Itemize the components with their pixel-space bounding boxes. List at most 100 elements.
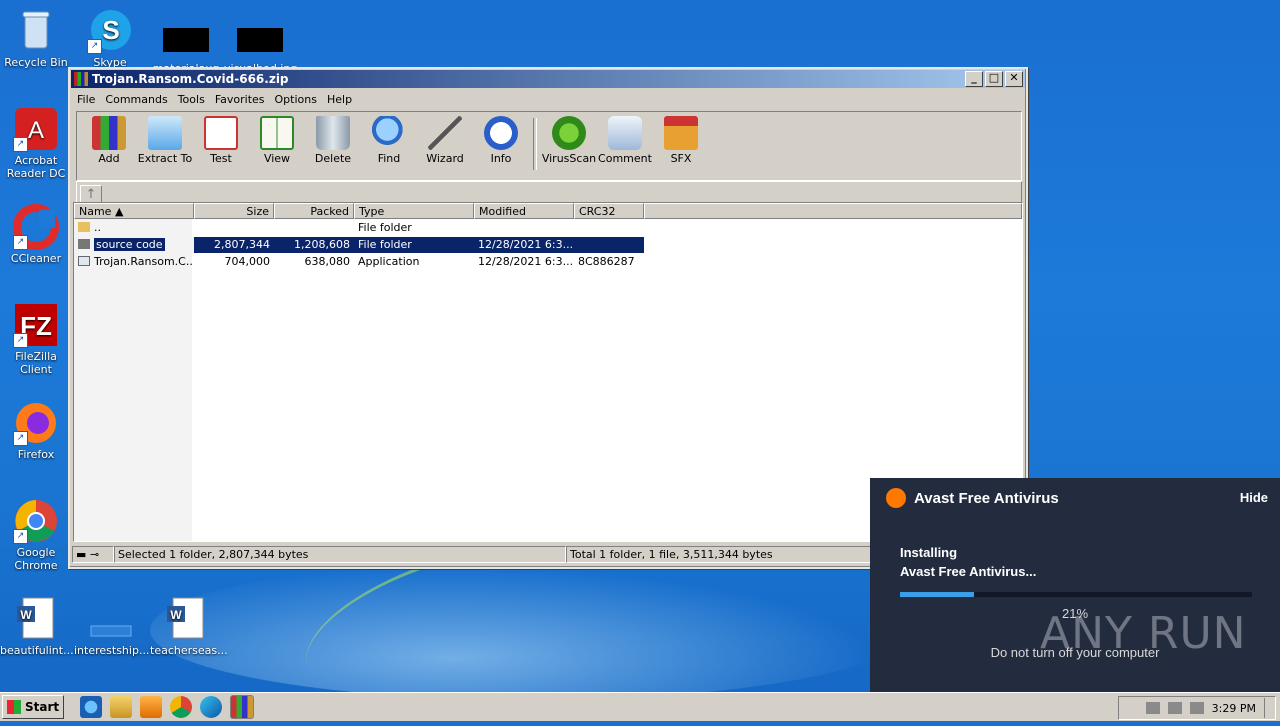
firefox-icon: ↗ (13, 400, 59, 446)
speaker-icon[interactable] (1145, 702, 1160, 714)
row-crc (574, 237, 644, 253)
word-document-icon: W (163, 596, 209, 642)
sfx-button[interactable]: SFX (653, 116, 709, 165)
folder-icon (78, 222, 90, 232)
internet-explorer-icon[interactable] (80, 696, 103, 718)
svg-text:S: S (102, 15, 119, 45)
wizard-button[interactable]: Wizard (417, 116, 473, 165)
minimize-button[interactable]: _ (965, 71, 983, 87)
clock[interactable]: 3:29 PM (1212, 702, 1256, 715)
delete-button[interactable]: Delete (305, 116, 361, 165)
view-button[interactable]: View (249, 116, 305, 165)
explorer-folder-icon[interactable] (110, 696, 133, 718)
close-button[interactable]: ✕ (1005, 71, 1023, 87)
row-size (194, 220, 274, 236)
row-crc: 8C886287 (578, 255, 635, 268)
menu-bar: File Commands Tools Favorites Options He… (70, 89, 1026, 109)
row-type: Application (358, 255, 420, 268)
desktop-icon-label: Google Chrome (14, 546, 58, 572)
network-icon[interactable] (1167, 702, 1182, 714)
desktop-icon-label: Acrobat Reader DC (6, 154, 66, 180)
row-name: Trojan.Ransom.C... (94, 255, 194, 268)
install-progress-fill (900, 592, 974, 597)
row-modified (474, 220, 574, 236)
desktop-icon-ccleaner[interactable]: ↗ CCleaner (0, 204, 72, 265)
desktop-icon-skype[interactable]: S ↗ Skype (74, 8, 146, 69)
column-header-packed[interactable]: Packed (274, 203, 354, 219)
desktop-icon-beautifulint[interactable]: W beautifulint... (0, 596, 74, 657)
desktop-icon-chrome[interactable]: ↗ Google Chrome (0, 498, 72, 572)
edge-icon[interactable] (200, 696, 223, 718)
info-button[interactable]: Info (473, 116, 529, 165)
desktop-icon-interestship[interactable]: interestship... (74, 596, 149, 657)
word-document-icon: W (13, 596, 59, 642)
virusscan-button[interactable]: VirusScan (541, 116, 597, 165)
action-center-flag-icon[interactable] (1189, 702, 1204, 714)
avast-install-popup: Avast Free Antivirus Hide Installing Ava… (870, 478, 1280, 692)
application-icon (78, 256, 90, 266)
shortcut-arrow-icon: ↗ (13, 333, 28, 348)
menu-options[interactable]: Options (270, 93, 322, 106)
row-name: source code (94, 238, 165, 251)
info-label: Info (490, 152, 512, 165)
blank-file-icon (87, 596, 133, 642)
svg-text:W: W (20, 608, 32, 622)
start-button[interactable]: Start (2, 695, 65, 719)
row-size: 704,000 (224, 255, 271, 268)
desktop-icon-filezilla[interactable]: FZ ↗ FileZilla Client (0, 302, 72, 376)
column-label: Name (79, 205, 112, 218)
menu-file[interactable]: File (72, 93, 100, 106)
svg-text:A: A (28, 117, 44, 144)
column-header-type[interactable]: Type (354, 203, 474, 219)
title-bar[interactable]: Trojan.Ransom.Covid-666.zip _ □ ✕ (71, 70, 1025, 88)
install-warning: Do not turn off your computer (990, 645, 1160, 660)
media-player-icon[interactable] (140, 696, 163, 718)
extract-to-button[interactable]: Extract To (137, 116, 193, 165)
shortcut-arrow-icon: ↗ (13, 235, 28, 250)
table-row[interactable]: .. File folder (74, 220, 644, 236)
column-header-modified[interactable]: Modified (474, 203, 574, 219)
hide-button[interactable]: Hide (1240, 490, 1268, 505)
extract-to-label: Extract To (137, 152, 193, 165)
comment-button[interactable]: Comment (597, 116, 653, 165)
install-progress-bar (900, 592, 1252, 597)
column-header-filler (644, 203, 1022, 219)
winrar-taskbar-icon[interactable] (230, 695, 255, 719)
show-desktop-button[interactable] (1264, 698, 1275, 718)
find-label: Find (377, 152, 401, 165)
chrome-taskbar-icon[interactable] (170, 696, 193, 718)
row-modified: 12/28/2021 6:3... (474, 237, 574, 253)
virusscan-label: VirusScan (541, 152, 597, 165)
view-label: View (263, 152, 291, 165)
row-name: .. (94, 221, 101, 234)
desktop-icon-recycle-bin[interactable]: Recycle Bin (0, 8, 72, 69)
desktop-icon-firefox[interactable]: ↗ Firefox (0, 400, 72, 461)
column-header-crc32[interactable]: CRC32 (574, 203, 644, 219)
image-thumbnail-icon (237, 28, 283, 52)
find-button[interactable]: Find (361, 116, 417, 165)
menu-help[interactable]: Help (322, 93, 357, 106)
book-icon (260, 116, 294, 150)
folder-icon (78, 239, 90, 249)
menu-favorites[interactable]: Favorites (210, 93, 270, 106)
row-type: File folder (354, 237, 474, 253)
column-header-name[interactable]: Name ▲ (74, 203, 194, 219)
desktop-icon-teacherseas[interactable]: W teacherseas... (150, 596, 228, 657)
add-button[interactable]: Add (81, 116, 137, 165)
sort-ascending-icon: ▲ (114, 205, 124, 218)
desktop-icon-label: beautifulint... (0, 644, 74, 657)
column-header-size[interactable]: Size (194, 203, 274, 219)
desktop-icon-acrobat[interactable]: A ↗ Acrobat Reader DC (0, 106, 72, 180)
magnifier-icon (372, 116, 406, 150)
add-label: Add (98, 152, 120, 165)
menu-commands[interactable]: Commands (100, 93, 172, 106)
delete-label: Delete (314, 152, 352, 165)
row-crc (574, 220, 644, 236)
menu-tools[interactable]: Tools (173, 93, 210, 106)
bug-icon (552, 116, 586, 150)
table-row[interactable]: source code 2,807,344 1,208,608 File fol… (74, 237, 644, 253)
wizard-label: Wizard (426, 152, 464, 165)
test-button[interactable]: Test (193, 116, 249, 165)
maximize-button[interactable]: □ (985, 71, 1003, 87)
table-row[interactable]: Trojan.Ransom.C... 704,000 638,080 Appli… (74, 254, 644, 270)
